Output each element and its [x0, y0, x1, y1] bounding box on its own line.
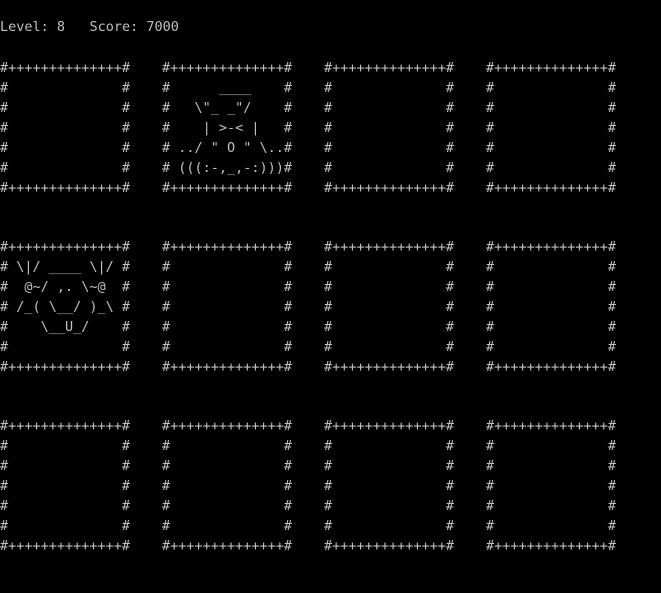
card-r1c3[interactable]: #++++++++++++++# # # # # # # # # # # #++… — [324, 58, 474, 198]
card-art-creature: ____ \"_ _"/ | >-< | ../ " O " \.. (((:-… — [178, 80, 284, 176]
score-value: 7000 — [146, 19, 179, 35]
card-frame: #++++++++++++++# # # # # # # # # # # #++… — [324, 60, 455, 196]
card-frame: #++++++++++++++# # # # # # # # # # # #++… — [0, 60, 131, 196]
card-r2c4[interactable]: #++++++++++++++# # # # # # # # # # # #++… — [486, 237, 636, 377]
card-frame: #++++++++++++++# # # # # # # # # # # #++… — [324, 239, 455, 375]
card-frame: #++++++++++++++# # # # # # # # # # # #++… — [486, 418, 617, 554]
card-art-creature: \|/ ____ \|/ @~/ ,. \~@ /_( \__/ )_\ \__… — [16, 259, 114, 335]
card-r1c2[interactable]: #++++++++++++++# # # # # # # # # # # #++… — [162, 58, 312, 198]
card-frame: #++++++++++++++# # # # # # # # # # # #++… — [162, 239, 293, 375]
card-frame: #++++++++++++++# # # # # # # # # # # #++… — [486, 239, 617, 375]
grid-row-3: #++++++++++++++# # # # # # # # # # # #++… — [0, 416, 661, 556]
card-frame: #++++++++++++++# # # # # # # # # # # #++… — [162, 418, 293, 554]
card-frame: #++++++++++++++# # # # # # # # # # # #++… — [486, 60, 617, 196]
level-value: 8 — [56, 19, 66, 35]
card-r2c3[interactable]: #++++++++++++++# # # # # # # # # # # #++… — [324, 237, 474, 377]
grid-row-2: #++++++++++++++# # # # # # # # # # # #++… — [0, 237, 661, 377]
card-r3c1[interactable]: #++++++++++++++# # # # # # # # # # # #++… — [0, 416, 150, 556]
card-r2c2[interactable]: #++++++++++++++# # # # # # # # # # # #++… — [162, 237, 312, 377]
card-r3c4[interactable]: #++++++++++++++# # # # # # # # # # # #++… — [486, 416, 636, 556]
card-r1c1[interactable]: #++++++++++++++# # # # # # # # # # # #++… — [0, 58, 150, 198]
score-label: Score: — [89, 19, 139, 35]
level-label: Level: — [0, 19, 49, 35]
card-frame: #++++++++++++++# # # # # # # # # # # #++… — [0, 418, 131, 554]
card-r1c4[interactable]: #++++++++++++++# # # # # # # # # # # #++… — [486, 58, 636, 198]
card-r2c1[interactable]: #++++++++++++++# # # # # # # # # # # #++… — [0, 237, 150, 377]
grid-row-1: #++++++++++++++# # # # # # # # # # # #++… — [0, 58, 661, 198]
card-r3c2[interactable]: #++++++++++++++# # # # # # # # # # # #++… — [162, 416, 312, 556]
card-r3c3[interactable]: #++++++++++++++# # # # # # # # # # # #++… — [324, 416, 474, 556]
status-bar: Level: 8 Score: 7000 — [0, 17, 179, 37]
card-frame: #++++++++++++++# # # # # # # # # # # #++… — [324, 418, 455, 554]
